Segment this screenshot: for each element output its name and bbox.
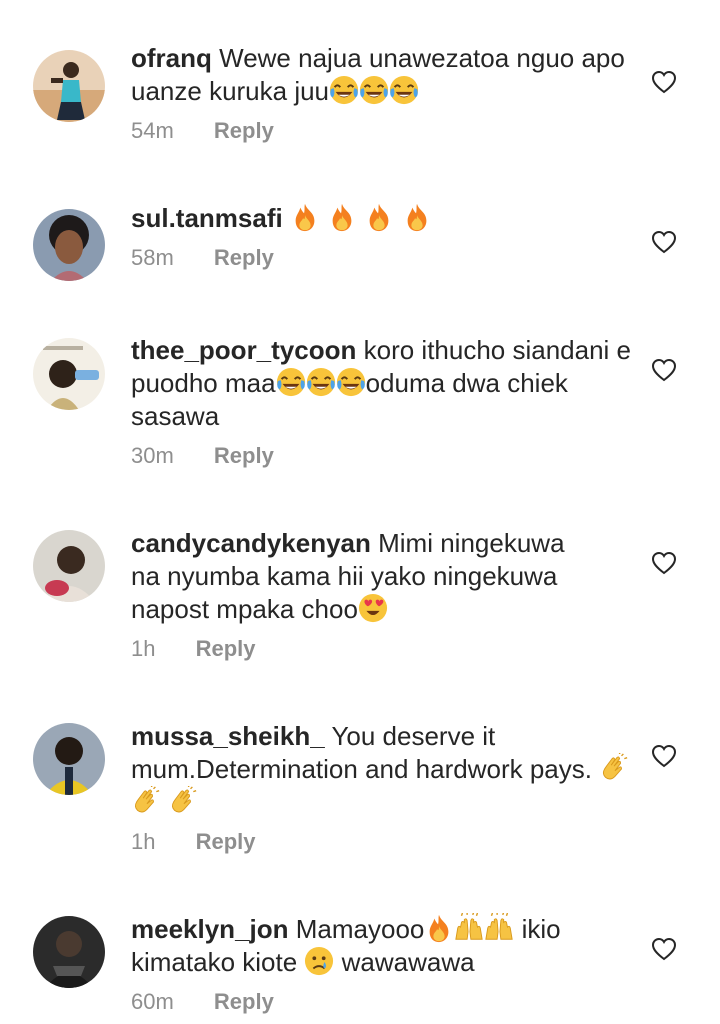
joy-emoji [359, 75, 389, 105]
comment-meta: 1h Reply [131, 634, 631, 664]
clap-emoji [599, 753, 629, 783]
reply-button[interactable]: Reply [214, 245, 274, 270]
timestamp: 30m [131, 443, 174, 468]
comment-body: ofranq Wewe najua unawezatoa nguo apo ua… [131, 42, 631, 146]
username[interactable]: meeklyn_jon [131, 914, 289, 944]
like-heart-icon[interactable] [651, 230, 677, 254]
reply-button[interactable]: Reply [214, 989, 274, 1014]
username[interactable]: sul.tanmsafi [131, 203, 283, 233]
timestamp: 54m [131, 118, 174, 143]
username[interactable]: ofranq [131, 43, 212, 73]
fire-emoji [424, 913, 454, 943]
comment-body: meeklyn_jon Mamayooo ikio kimatako kiote… [131, 913, 631, 1017]
fire-emoji [402, 202, 432, 232]
avatar[interactable] [33, 338, 105, 410]
comment-body: mussa_sheikh_ You deserve it mum.Determi… [131, 720, 631, 857]
comment-text: ofranq Wewe najua unawezatoa nguo apo ua… [131, 42, 631, 108]
reply-button[interactable]: Reply [196, 829, 256, 854]
joy-emoji [329, 75, 359, 105]
crying-emoji [304, 946, 334, 976]
like-heart-icon[interactable] [651, 70, 677, 94]
like-heart-icon[interactable] [651, 551, 677, 575]
timestamp: 1h [131, 829, 156, 854]
reply-button[interactable]: Reply [214, 118, 274, 143]
username[interactable]: candycandykenyan [131, 528, 371, 558]
clap-emoji [131, 786, 161, 816]
timestamp: 58m [131, 245, 174, 270]
comment-body: candycandykenyan Mimi ningekuwa na nyumb… [131, 527, 631, 664]
clap-emoji [168, 786, 198, 816]
comment-body: sul.tanmsafi 58m Reply [131, 202, 631, 273]
heart-eyes-emoji [358, 593, 388, 623]
like-heart-icon[interactable] [651, 358, 677, 382]
comment-meta: 58m Reply [131, 243, 631, 273]
username[interactable]: thee_poor_tycoon [131, 335, 356, 365]
comment-body: thee_poor_tycoon koro ithucho siandani e… [131, 334, 631, 471]
raised-hands-emoji [484, 913, 514, 943]
joy-emoji [389, 75, 419, 105]
comment-message: Mamayooo [295, 914, 425, 944]
timestamp: 1h [131, 636, 156, 661]
username[interactable]: mussa_sheikh_ [131, 721, 325, 751]
joy-emoji [306, 367, 336, 397]
timestamp: 60m [131, 989, 174, 1014]
comment-meta: 60m Reply [131, 987, 631, 1017]
comment-message-end: wawawawa [334, 947, 475, 977]
like-heart-icon[interactable] [651, 937, 677, 961]
comment-text: sul.tanmsafi [131, 202, 631, 235]
avatar[interactable] [33, 50, 105, 122]
fire-emoji [327, 202, 357, 232]
avatar[interactable] [33, 209, 105, 281]
fire-emoji [364, 202, 394, 232]
joy-emoji [336, 367, 366, 397]
comment-text: thee_poor_tycoon koro ithucho siandani e… [131, 334, 631, 433]
comment-meta: 1h Reply [131, 827, 631, 857]
comment-text: candycandykenyan Mimi ningekuwa na nyumb… [131, 527, 591, 626]
raised-hands-emoji [454, 913, 484, 943]
comment-text: meeklyn_jon Mamayooo ikio kimatako kiote… [131, 913, 631, 979]
avatar[interactable] [33, 723, 105, 795]
comment-text: mussa_sheikh_ You deserve it mum.Determi… [131, 720, 631, 819]
joy-emoji [276, 367, 306, 397]
reply-button[interactable]: Reply [196, 636, 256, 661]
comment-meta: 54m Reply [131, 116, 631, 146]
reply-button[interactable]: Reply [214, 443, 274, 468]
comment-meta: 30m Reply [131, 441, 631, 471]
like-heart-icon[interactable] [651, 744, 677, 768]
avatar[interactable] [33, 916, 105, 988]
fire-emoji [290, 202, 320, 232]
avatar[interactable] [33, 530, 105, 602]
